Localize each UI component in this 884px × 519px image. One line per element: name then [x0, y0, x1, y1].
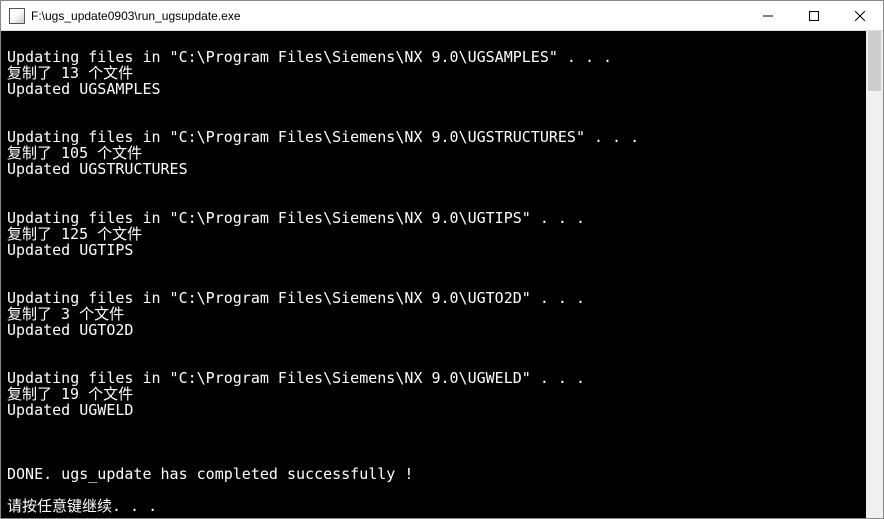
console-output[interactable]: Updating files in "C:\Program Files\Siem…	[1, 31, 866, 518]
close-button[interactable]	[837, 1, 883, 30]
maximize-button[interactable]	[791, 1, 837, 30]
maximize-icon	[809, 11, 819, 21]
app-icon	[9, 8, 25, 24]
minimize-button[interactable]	[745, 1, 791, 30]
window-controls	[745, 1, 883, 30]
console-area: Updating files in "C:\Program Files\Siem…	[1, 31, 883, 518]
vertical-scrollbar[interactable]	[866, 31, 883, 518]
minimize-icon	[763, 11, 773, 21]
window-title: F:\ugs_update0903\run_ugsupdate.exe	[31, 9, 745, 23]
scrollbar-thumb[interactable]	[868, 31, 881, 91]
titlebar: F:\ugs_update0903\run_ugsupdate.exe	[1, 1, 883, 31]
close-icon	[855, 11, 865, 21]
